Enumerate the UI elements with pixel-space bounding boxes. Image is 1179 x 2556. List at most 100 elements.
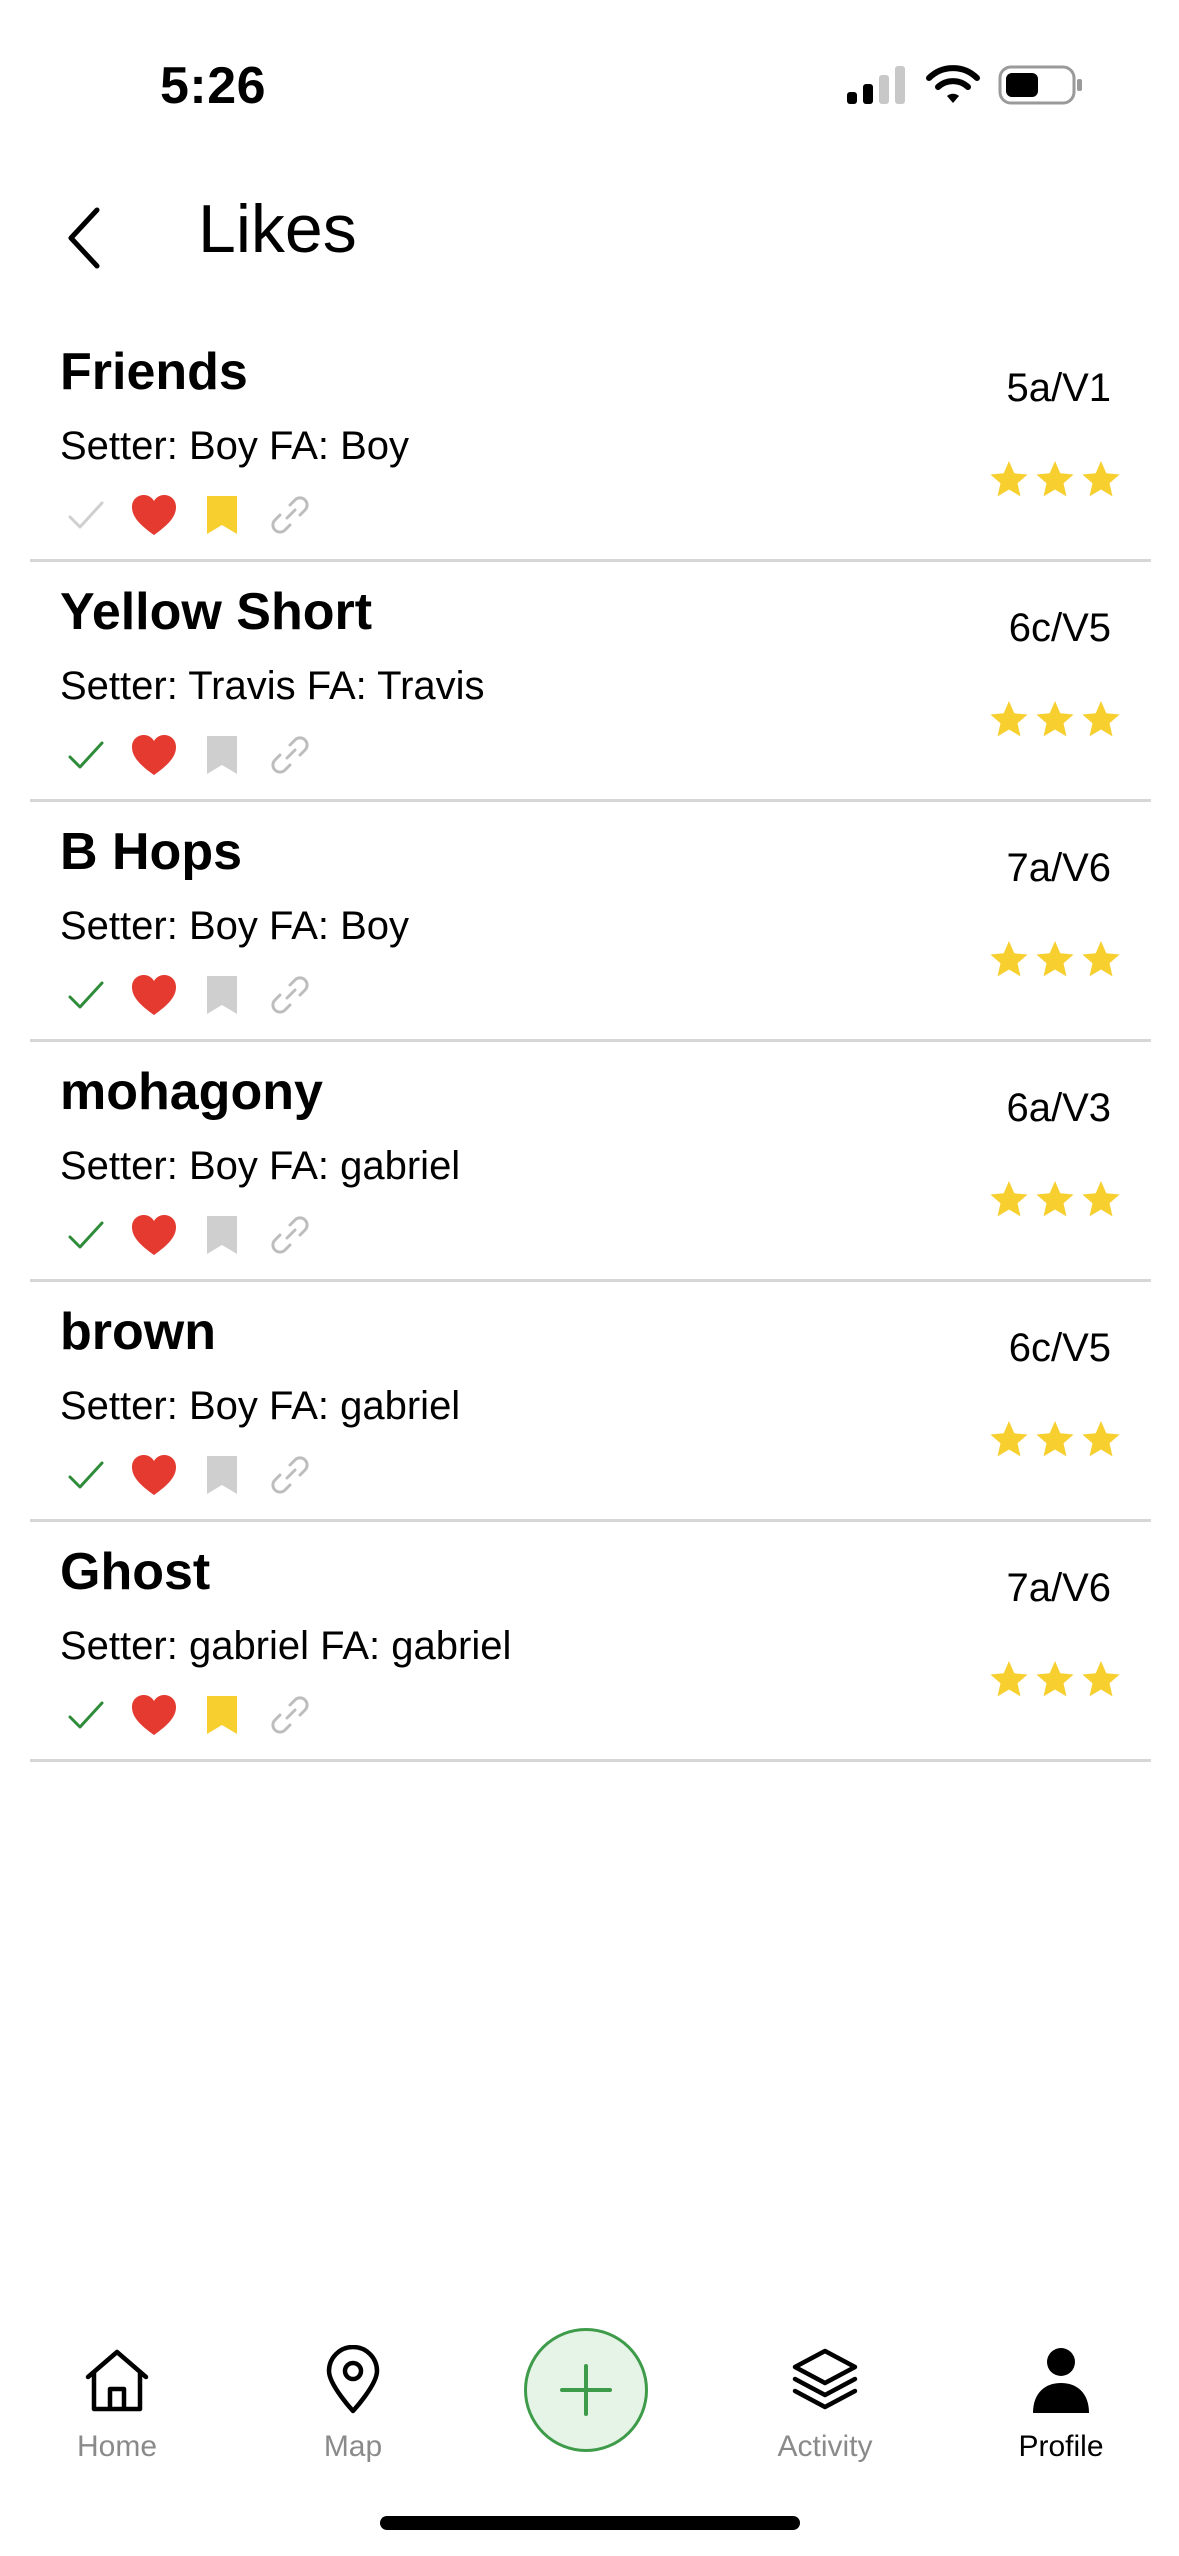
battery-icon bbox=[998, 65, 1082, 105]
link-icon bbox=[271, 736, 309, 774]
route-row[interactable]: Yellow Short Setter: Travis FA: Travis 6… bbox=[30, 562, 1151, 802]
sent-toggle[interactable] bbox=[60, 971, 112, 1019]
star-icon bbox=[1036, 1661, 1074, 1697]
tab-activity[interactable]: Activity bbox=[740, 2340, 910, 2464]
like-toggle[interactable] bbox=[128, 731, 180, 779]
home-icon bbox=[85, 2349, 149, 2412]
route-row[interactable]: brown Setter: Boy FA: gabriel 6c/V5 bbox=[30, 1282, 1151, 1522]
route-name: Ghost bbox=[60, 1543, 211, 1601]
route-grade: 6a/V3 bbox=[1006, 1086, 1111, 1130]
star-icon bbox=[990, 461, 1028, 497]
heart-icon bbox=[132, 1455, 176, 1495]
route-actions bbox=[60, 1450, 332, 1500]
like-toggle[interactable] bbox=[128, 1691, 180, 1739]
tab-activity-label: Activity bbox=[777, 2430, 873, 2463]
check-icon bbox=[68, 501, 104, 529]
heart-icon bbox=[132, 735, 176, 775]
bookmark-toggle[interactable] bbox=[196, 1451, 248, 1499]
heart-icon bbox=[132, 975, 176, 1015]
link-icon bbox=[271, 1456, 309, 1494]
person-icon bbox=[1033, 2348, 1089, 2413]
bookmark-toggle[interactable] bbox=[196, 491, 248, 539]
home-indicator bbox=[380, 2516, 800, 2530]
chevron-left-icon bbox=[68, 207, 100, 269]
map-pin-icon bbox=[326, 2345, 380, 2414]
route-row[interactable]: Friends Setter: Boy FA: Boy 5a/V1 bbox=[30, 322, 1151, 562]
star-icon bbox=[1036, 941, 1074, 977]
tab-map[interactable]: Map bbox=[268, 2340, 438, 2464]
star-icon bbox=[1082, 461, 1120, 497]
route-actions bbox=[60, 1690, 332, 1740]
share-link-button[interactable] bbox=[264, 971, 316, 1019]
like-toggle[interactable] bbox=[128, 491, 180, 539]
sent-toggle[interactable] bbox=[60, 491, 112, 539]
sent-toggle[interactable] bbox=[60, 1211, 112, 1259]
bookmark-toggle[interactable] bbox=[196, 1211, 248, 1259]
heart-icon bbox=[132, 1695, 176, 1735]
share-link-button[interactable] bbox=[264, 491, 316, 539]
back-button[interactable] bbox=[55, 198, 115, 278]
route-name: brown bbox=[60, 1303, 216, 1361]
star-icon bbox=[1082, 1181, 1120, 1217]
share-link-button[interactable] bbox=[264, 1691, 316, 1739]
link-icon bbox=[271, 1216, 309, 1254]
sent-toggle[interactable] bbox=[60, 1691, 112, 1739]
route-name: mohagony bbox=[60, 1063, 323, 1121]
route-grade: 6c/V5 bbox=[1008, 606, 1111, 650]
star-icon bbox=[1082, 1661, 1120, 1697]
route-name: B Hops bbox=[60, 823, 242, 881]
likes-list: Friends Setter: Boy FA: Boy 5a/V1 Yellow… bbox=[30, 322, 1151, 1762]
tab-home[interactable]: Home bbox=[32, 2340, 202, 2464]
route-setter: Setter: Travis FA: Travis bbox=[60, 664, 485, 708]
sent-toggle[interactable] bbox=[60, 1451, 112, 1499]
route-rating bbox=[983, 940, 1121, 978]
bookmark-toggle[interactable] bbox=[196, 1691, 248, 1739]
plus-icon bbox=[560, 2364, 612, 2416]
layers-icon bbox=[792, 2348, 858, 2410]
bookmark-icon bbox=[207, 736, 237, 774]
route-actions bbox=[60, 1210, 332, 1260]
status-time: 5:26 bbox=[160, 57, 267, 115]
bookmark-toggle[interactable] bbox=[196, 731, 248, 779]
route-name: Friends bbox=[60, 343, 248, 401]
route-actions bbox=[60, 970, 332, 1020]
like-toggle[interactable] bbox=[128, 971, 180, 1019]
route-grade: 7a/V6 bbox=[1006, 846, 1111, 890]
heart-icon bbox=[132, 495, 176, 535]
add-button[interactable] bbox=[524, 2328, 648, 2452]
star-icon bbox=[1082, 701, 1120, 737]
route-rating bbox=[983, 1180, 1121, 1218]
route-rating bbox=[983, 1660, 1121, 1698]
route-grade: 7a/V6 bbox=[1006, 1566, 1111, 1610]
check-icon bbox=[68, 981, 104, 1009]
sent-toggle[interactable] bbox=[60, 731, 112, 779]
route-row[interactable]: mohagony Setter: Boy FA: gabriel 6a/V3 bbox=[30, 1042, 1151, 1282]
route-rating bbox=[983, 1420, 1121, 1458]
route-row[interactable]: B Hops Setter: Boy FA: Boy 7a/V6 bbox=[30, 802, 1151, 1042]
bookmark-icon bbox=[207, 496, 237, 534]
star-icon bbox=[1082, 941, 1120, 977]
cellular-signal-icon bbox=[847, 66, 905, 104]
star-icon bbox=[1036, 1181, 1074, 1217]
page-title: Likes bbox=[198, 191, 357, 267]
star-icon bbox=[990, 701, 1028, 737]
heart-icon bbox=[132, 1215, 176, 1255]
route-row[interactable]: Ghost Setter: gabriel FA: gabriel 7a/V6 bbox=[30, 1522, 1151, 1762]
link-icon bbox=[271, 1696, 309, 1734]
tab-profile[interactable]: Profile bbox=[976, 2340, 1146, 2464]
like-toggle[interactable] bbox=[128, 1451, 180, 1499]
star-icon bbox=[1082, 1421, 1120, 1457]
route-rating bbox=[983, 460, 1121, 498]
like-toggle[interactable] bbox=[128, 1211, 180, 1259]
share-link-button[interactable] bbox=[264, 731, 316, 779]
bookmark-icon bbox=[207, 1216, 237, 1254]
share-link-button[interactable] bbox=[264, 1451, 316, 1499]
star-icon bbox=[1036, 1421, 1074, 1457]
tab-profile-label: Profile bbox=[1018, 2430, 1104, 2463]
link-icon bbox=[271, 976, 309, 1014]
bookmark-icon bbox=[207, 976, 237, 1014]
bookmark-toggle[interactable] bbox=[196, 971, 248, 1019]
nav-header: Likes bbox=[0, 170, 1179, 320]
status-bar: 5:26 bbox=[0, 0, 1179, 170]
share-link-button[interactable] bbox=[264, 1211, 316, 1259]
